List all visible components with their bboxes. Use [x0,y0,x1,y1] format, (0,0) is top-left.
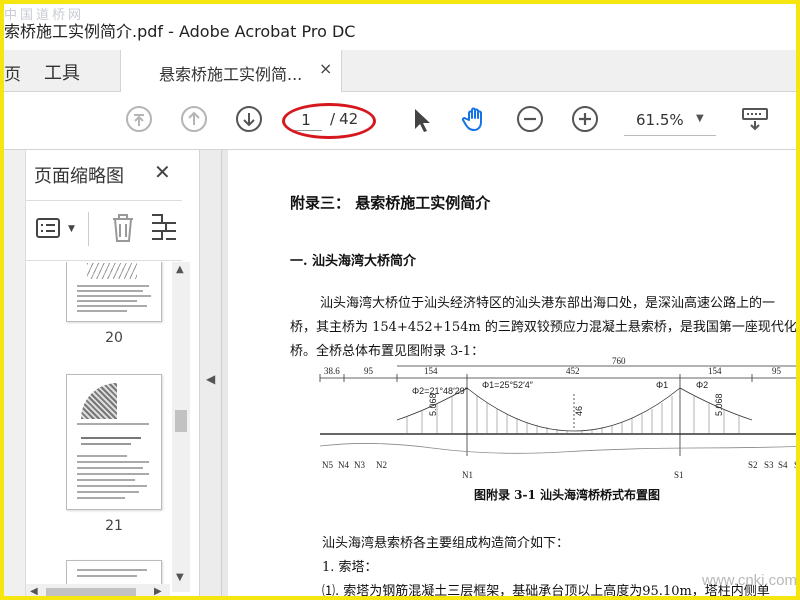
paragraph-line: 汕头海湾大桥位于汕头经济特区的汕头港东部出海口处，是深汕高速公路上的一 [320,296,776,311]
dim-label: 95 [772,366,782,376]
pier-label: S1 [674,470,684,480]
zoom-underline [624,135,716,136]
highlight-annotation [282,103,376,139]
scroll-left-icon[interactable]: ◀ [30,586,38,596]
hand-tool-icon[interactable] [460,104,490,134]
panel-side-strip [4,150,26,596]
scroll-right-icon[interactable]: ▶ [154,586,162,596]
pier-label: S5 [794,460,796,470]
bridge-layout-figure: 760 38.6 95 154 452 154 95 Φ2=21°48′29″ … [319,356,796,480]
extract-pages-icon[interactable] [150,212,178,244]
next-page-icon[interactable] [234,104,264,134]
select-cursor-icon[interactable] [406,104,436,134]
panel-close-button[interactable]: ✕ [154,160,171,184]
panel-tools: ▼ [26,202,182,260]
thumbnail-options-icon[interactable] [36,216,66,242]
hscrollbar-thumb[interactable] [46,588,136,596]
thumbnail-hscrollbar[interactable]: ◀ ▶ [26,584,170,596]
pier-label: N3 [354,460,365,470]
pier-label: N2 [376,460,387,470]
toolbar: 1 /42 61.5% ▼ [4,92,796,150]
height-label: 5.068 [428,393,438,416]
first-page-icon[interactable] [124,104,154,134]
thumbnail-page-number: 20 [105,330,123,346]
figure-caption: 图附录 3-1 汕头海湾桥桥式布置图 [474,488,661,502]
tab-document-label: 悬索桥施工实例简... [159,65,303,84]
pier-label: N5 [322,460,333,470]
panel-collapse-bar[interactable]: ◀ [200,150,222,596]
dim-label: 95 [364,366,374,376]
divider [26,200,182,201]
pier-label: S3 [764,460,774,470]
thumbnail-page[interactable] [66,262,162,322]
cnki-watermark: www.cnki.com [702,572,796,589]
dim-label: 452 [566,366,580,376]
page-thumbnails-panel: 页面缩略图 ✕ ▼ 20 21 ▲ ▼ ◀ ▶ [4,150,200,596]
thumbnail-scrollbar[interactable]: ▲ ▼ [172,262,190,592]
tab-document[interactable]: 悬索桥施工实例简... × [120,50,342,92]
divider [26,260,182,261]
slope-label: Φ1 [656,380,668,390]
appendix-heading: 附录三： 悬索桥施工实例简介 [290,194,491,212]
site-watermark: 中国道桥网 [4,8,85,23]
slope-label: Φ2=21°48′29″ [412,386,469,396]
divider [88,212,89,246]
panel-title: 页面缩略图 [34,166,124,187]
trash-icon[interactable] [110,212,136,244]
tab-close-button[interactable]: × [319,59,332,78]
pier-label: N4 [338,460,349,470]
dim-label: 154 [708,366,722,376]
tab-tools[interactable]: 工具 [44,59,80,85]
zoom-out-icon[interactable] [515,104,545,134]
keyboard-icon[interactable] [740,104,770,134]
body-line: 1. 索塔： [322,560,378,575]
thumbnail-page-number: 21 [105,518,123,534]
scroll-up-icon[interactable]: ▲ [176,264,184,275]
collapse-left-icon[interactable]: ◀ [206,372,215,386]
body-line: 汕头海湾悬索桥各主要组成构造简介如下： [322,536,570,551]
title-bar: 索桥施工实例简介.pdf - Adobe Acrobat Pro DC 中国道桥… [4,4,796,50]
dim-label: 154 [424,366,438,376]
tab-bar: 页 工具 悬索桥施工实例简... × [4,50,796,92]
pier-label: S2 [748,460,758,470]
height-label: 5.068 [714,393,724,416]
document-viewport[interactable]: 附录三： 悬索桥施工实例简介 一. 汕头海湾大桥简介 汕头海湾大桥位于汕头经济特… [222,150,796,596]
paragraph-line: 桥，其主桥为 154+452+154m 的三跨双铰预应力混凝土悬索桥，是我国第一… [290,320,796,335]
slope-label: Φ1=25°52′4″ [482,380,534,390]
pdf-page: 附录三： 悬索桥施工实例简介 一. 汕头海湾大桥简介 汕头海湾大桥位于汕头经济特… [228,150,796,596]
scroll-down-icon[interactable]: ▼ [176,572,184,583]
pier-label: N1 [462,470,473,480]
pier-label: S4 [778,460,788,470]
dim-label: 38.6 [324,366,340,376]
zoom-in-icon[interactable] [570,104,600,134]
acrobat-window: 索桥施工实例简介.pdf - Adobe Acrobat Pro DC 中国道桥… [0,0,800,600]
section-heading: 一. 汕头海湾大桥简介 [290,254,417,269]
previous-page-icon[interactable] [179,104,209,134]
slope-label: Φ2 [696,380,708,390]
tab-home[interactable]: 页 [4,60,21,85]
thumbnail-list: 20 21 [26,262,170,596]
thumbnail-page[interactable] [66,374,162,510]
chevron-down-icon[interactable]: ▼ [68,224,75,234]
chevron-down-icon[interactable]: ▼ [696,113,704,124]
dim-total: 760 [612,356,626,366]
height-label: 46 [574,406,584,416]
scrollbar-thumb[interactable] [175,410,187,432]
zoom-level[interactable]: 61.5% [636,111,684,129]
